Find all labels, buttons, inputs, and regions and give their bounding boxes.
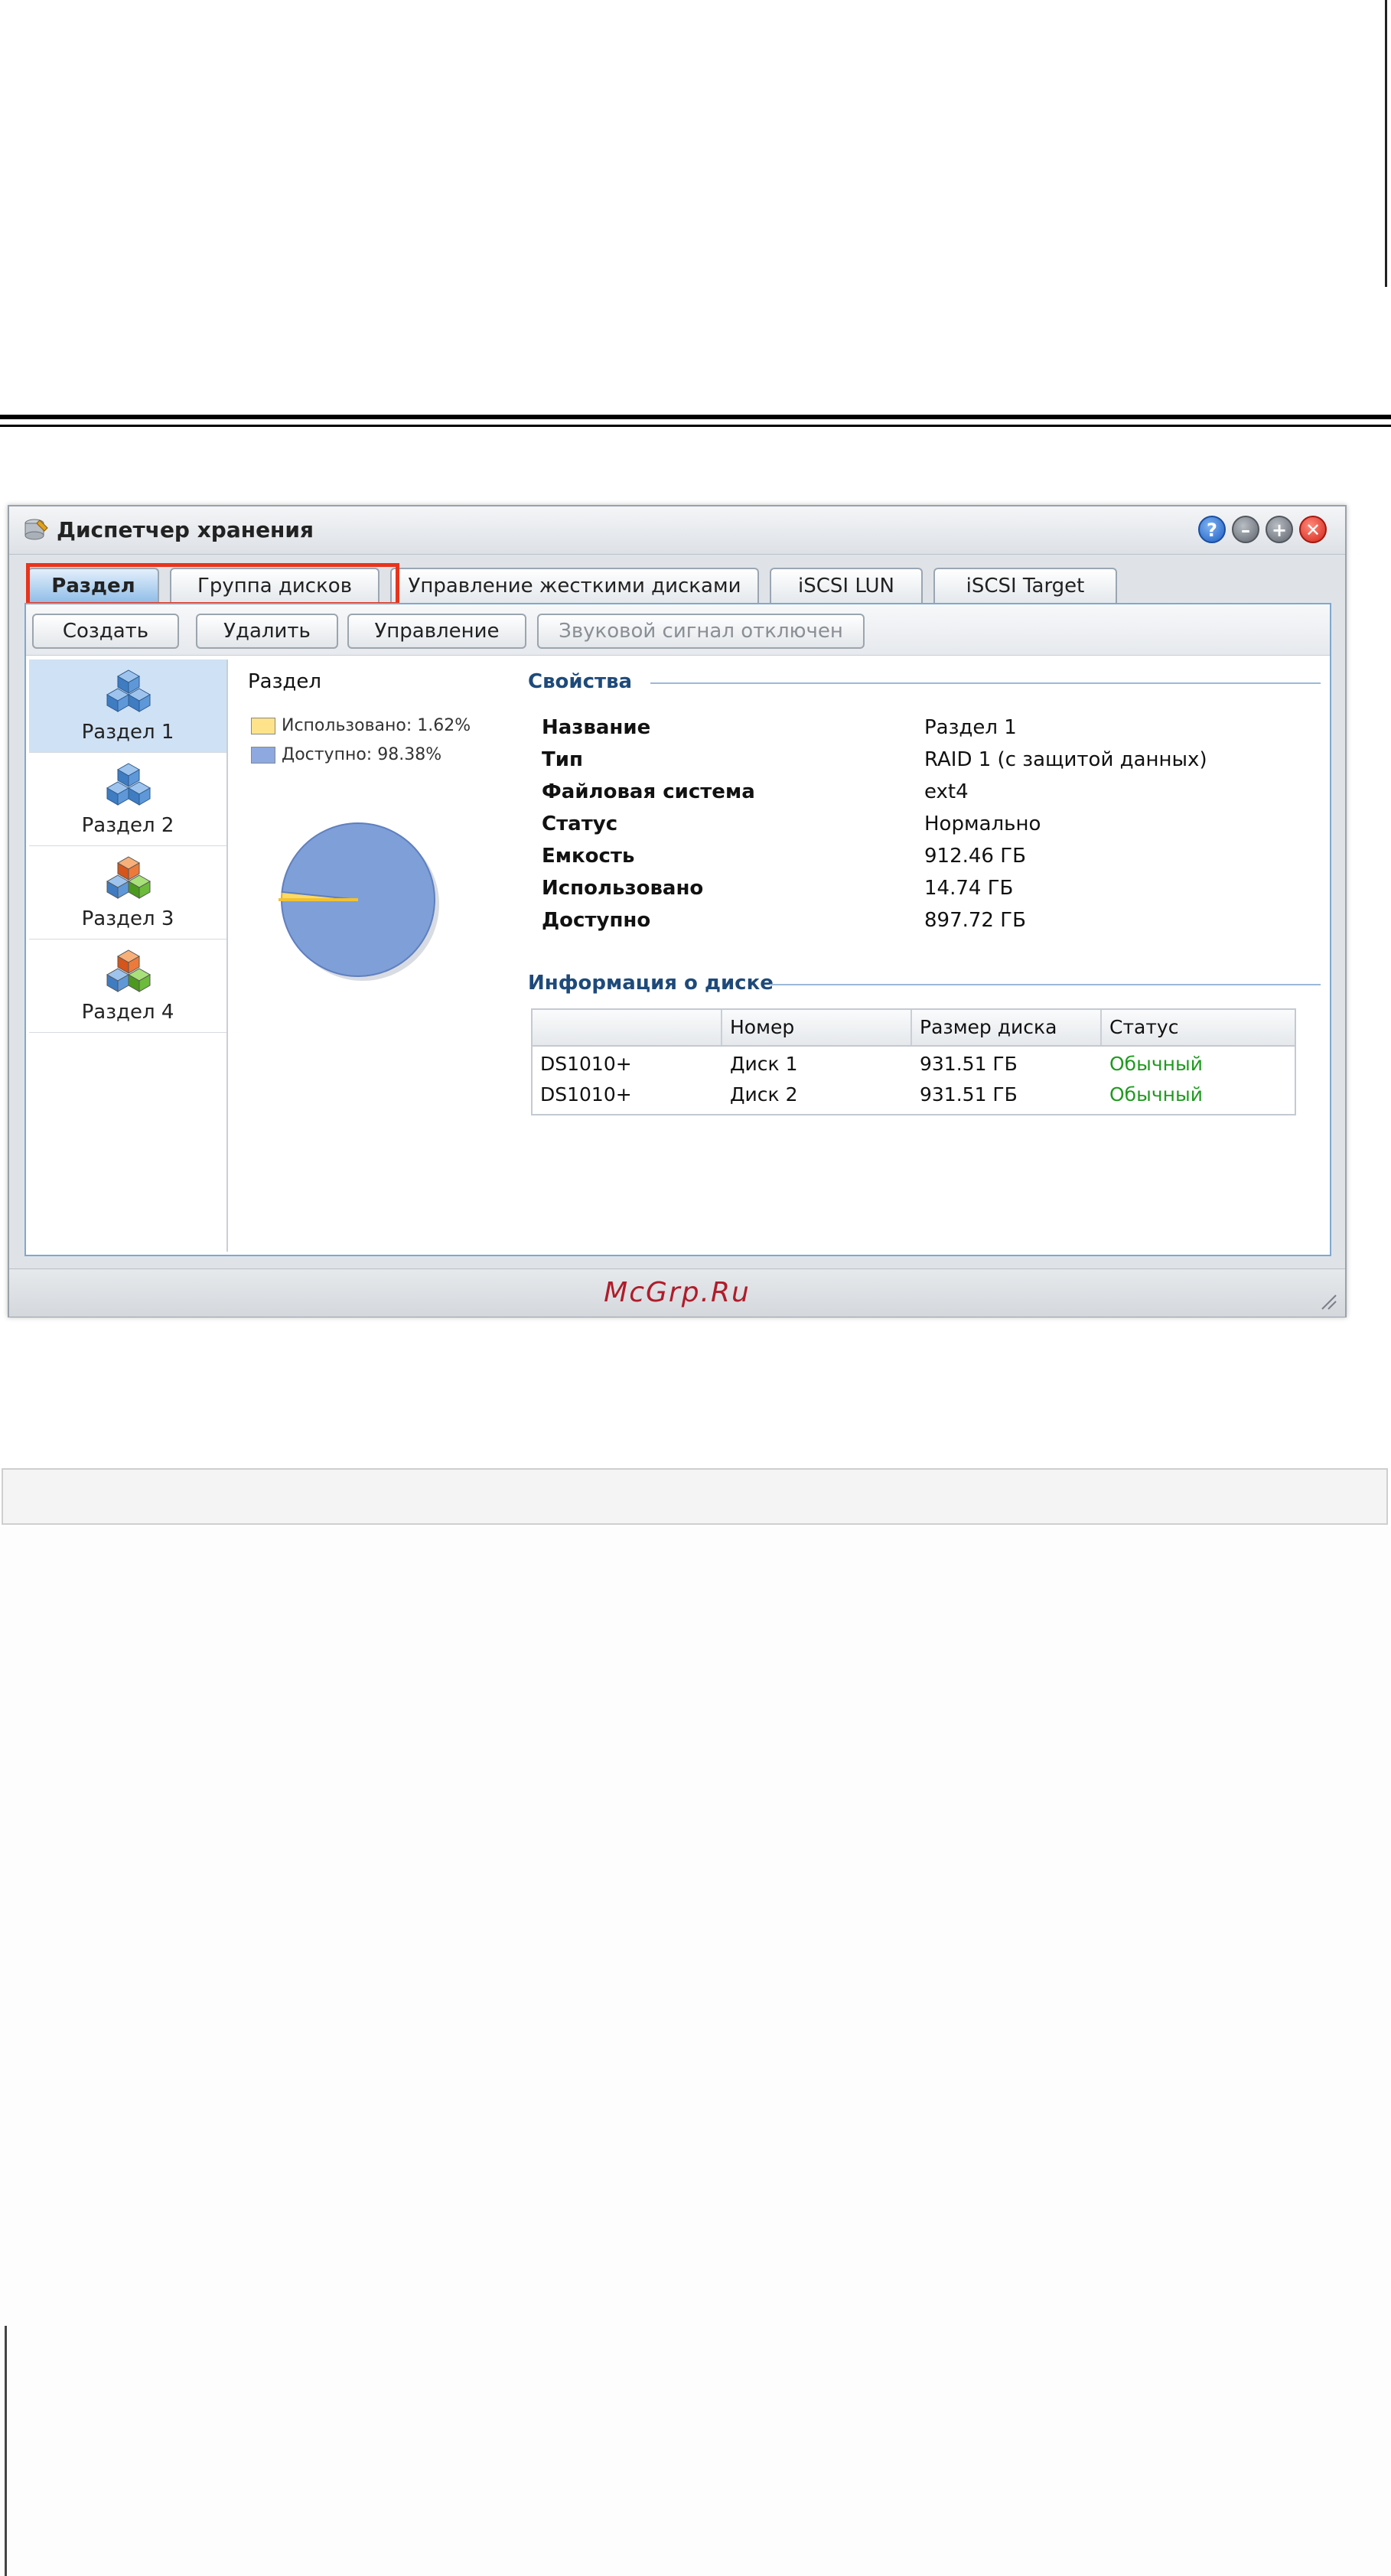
legend-used-label: Использовано: 1.62% xyxy=(282,716,471,735)
disk-info-divider xyxy=(770,984,1321,985)
disk-col-status: Статус xyxy=(1109,1016,1179,1038)
disk-table-header: Номер Размер диска Статус xyxy=(533,1010,1295,1047)
prop-used-value: 14.74 ГБ xyxy=(924,877,1014,900)
page-margin-line xyxy=(5,2326,7,2576)
minimize-icon[interactable]: – xyxy=(1232,516,1259,543)
column-separator xyxy=(911,1010,912,1045)
legend-swatch-used xyxy=(251,718,275,734)
sidebar-item-label: Раздел 4 xyxy=(81,1001,174,1024)
multicolor-cubes-icon xyxy=(106,856,151,899)
resize-grip-icon[interactable] xyxy=(1319,1292,1337,1311)
prop-type-value: RAID 1 (с защитой данных) xyxy=(924,748,1207,771)
tab-highlight-frame xyxy=(26,563,399,606)
sidebar-item-volume-4[interactable]: Раздел 4 xyxy=(29,940,226,1033)
volume-panel: Создать Удалить Управление Звуковой сигн… xyxy=(24,603,1331,1256)
prop-used-label: Использовано xyxy=(542,877,704,900)
window-title: Диспетчер хранения xyxy=(57,517,314,542)
legend-swatch-free xyxy=(251,747,275,764)
disk-row-2-number: Диск 2 xyxy=(730,1083,798,1106)
create-button[interactable]: Создать xyxy=(32,614,179,649)
properties-divider xyxy=(650,682,1321,684)
window-titlebar[interactable]: Диспетчер хранения ? – + ✕ xyxy=(9,506,1345,555)
page-edge-line xyxy=(1385,0,1387,287)
sidebar-item-label: Раздел 2 xyxy=(81,814,174,837)
brand-watermark: McGrp.Ru xyxy=(604,1277,751,1308)
manage-button[interactable]: Управление xyxy=(347,614,526,649)
prop-capacity-label: Емкость xyxy=(542,845,635,868)
prop-available-value: 897.72 ГБ xyxy=(924,909,1026,932)
disk-row-1-size: 931.51 ГБ xyxy=(920,1053,1018,1075)
multicolor-cubes-icon xyxy=(106,949,151,992)
blue-cubes-icon xyxy=(106,669,151,712)
page-rule-thin xyxy=(0,425,1391,427)
disk-row-1-status: Обычный xyxy=(1109,1053,1203,1075)
sidebar-item-label: Раздел 3 xyxy=(81,907,174,930)
page-lower-area xyxy=(0,1526,1391,2576)
tab-hdd-management[interactable]: Управление жесткими дисками xyxy=(390,568,759,603)
legend-free-label: Доступно: 98.38% xyxy=(282,745,442,764)
prop-name-value: Раздел 1 xyxy=(924,716,1017,739)
beep-off-button[interactable]: Звуковой сигнал отключен xyxy=(537,614,865,649)
window-statusbar: McGrp.Ru xyxy=(9,1268,1345,1317)
page-note-bar xyxy=(2,1468,1388,1525)
prop-status-label: Статус xyxy=(542,813,618,835)
disk-row-2-model: DS1010+ xyxy=(540,1083,632,1106)
storage-manager-icon xyxy=(24,519,48,540)
disk-row-1-number: Диск 1 xyxy=(730,1053,798,1075)
delete-button[interactable]: Удалить xyxy=(196,614,338,649)
blue-cubes-icon xyxy=(106,763,151,806)
prop-status-value: Нормально xyxy=(924,813,1041,835)
column-separator xyxy=(721,1010,722,1045)
disk-table: Номер Размер диска Статус DS1010+ Диск 1… xyxy=(531,1008,1296,1115)
prop-filesystem-label: Файловая система xyxy=(542,780,755,803)
prop-name-label: Название xyxy=(542,716,651,739)
properties-title: Свойства xyxy=(528,670,633,693)
disk-col-number: Номер xyxy=(730,1016,795,1038)
toolbar: Создать Удалить Управление Звуковой сигн… xyxy=(26,604,1330,656)
tab-iscsi-target[interactable]: iSCSI Target xyxy=(933,568,1117,603)
prop-filesystem-value: ext4 xyxy=(924,780,969,803)
storage-manager-window: Диспетчер хранения ? – + ✕ Раздел Группа… xyxy=(8,505,1347,1317)
page-rule xyxy=(0,415,1391,419)
tab-iscsi-lun[interactable]: iSCSI LUN xyxy=(770,568,923,603)
close-icon[interactable]: ✕ xyxy=(1299,516,1327,543)
sidebar-item-volume-1[interactable]: Раздел 1 xyxy=(29,659,226,753)
volume-list: Раздел 1 Раздел 2 Раздел 3 Раздел 4 xyxy=(29,659,228,1252)
column-separator xyxy=(1100,1010,1102,1045)
legend-used: Использовано: 1.62% xyxy=(251,716,471,735)
legend-free: Доступно: 98.38% xyxy=(251,745,441,764)
disk-info-title: Информация о диске xyxy=(528,972,774,995)
prop-capacity-value: 912.46 ГБ xyxy=(924,845,1026,868)
disk-row-2-size: 931.51 ГБ xyxy=(920,1083,1018,1106)
disk-row-2-status: Обычный xyxy=(1109,1083,1203,1106)
maximize-icon[interactable]: + xyxy=(1266,516,1293,543)
usage-pie-chart xyxy=(279,822,439,981)
sidebar-item-volume-2[interactable]: Раздел 2 xyxy=(29,753,226,846)
chart-title: Раздел xyxy=(248,670,322,693)
prop-available-label: Доступно xyxy=(542,909,651,932)
prop-type-label: Тип xyxy=(542,748,583,771)
sidebar-item-volume-3[interactable]: Раздел 3 xyxy=(29,846,226,940)
disk-col-size: Размер диска xyxy=(920,1016,1057,1038)
sidebar-item-label: Раздел 1 xyxy=(81,721,174,744)
help-icon[interactable]: ? xyxy=(1198,516,1226,543)
disk-row-1-model: DS1010+ xyxy=(540,1053,632,1075)
